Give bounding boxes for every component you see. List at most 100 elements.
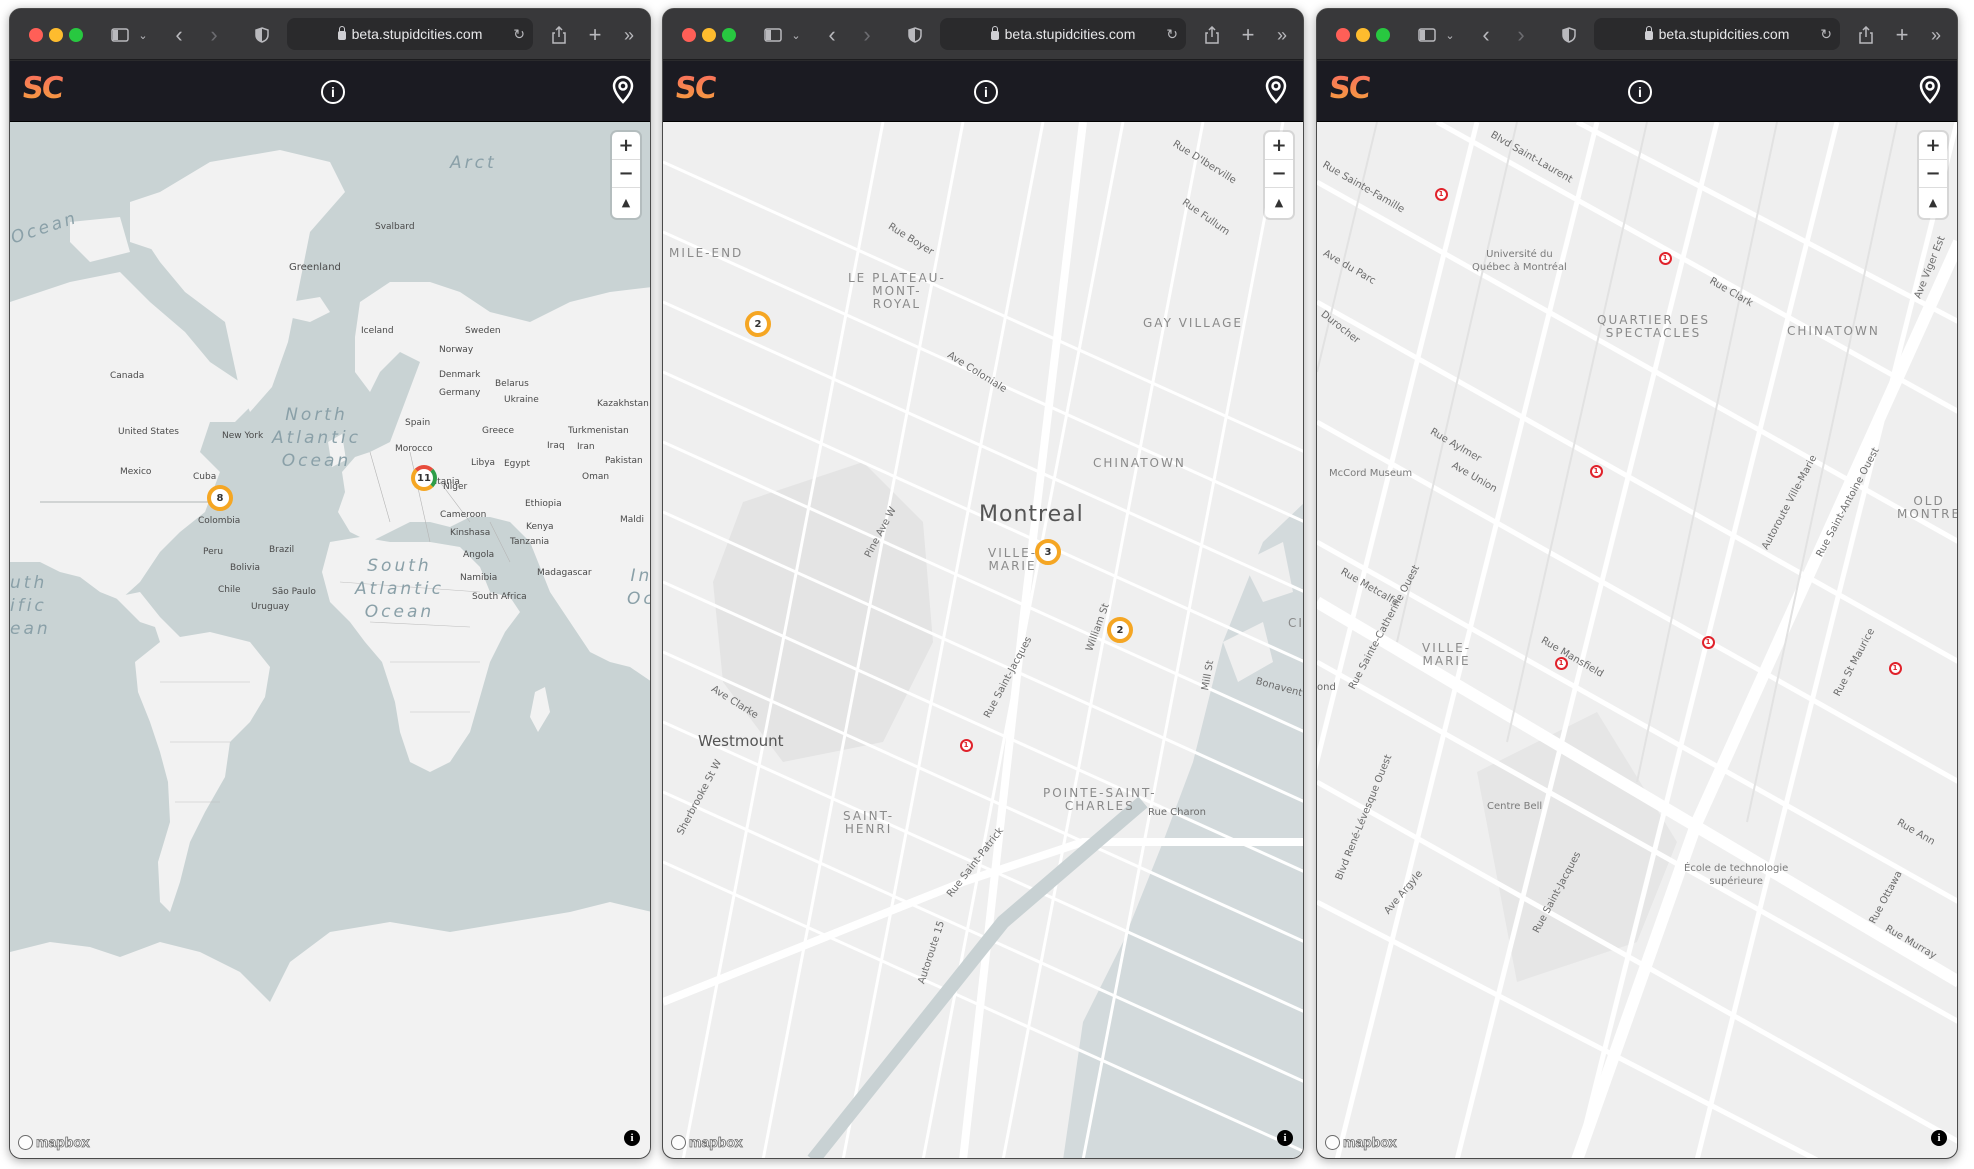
cluster-marker[interactable]: 8 [207, 485, 233, 511]
zoom-in-button[interactable]: + [1265, 132, 1293, 160]
cluster-marker[interactable]: 3 [1035, 539, 1061, 565]
info-icon[interactable]: i [1628, 80, 1652, 104]
minimize-window-button[interactable] [1356, 28, 1370, 42]
reload-icon[interactable]: ↻ [1166, 26, 1178, 43]
share-icon[interactable] [550, 22, 568, 48]
mapbox-logo[interactable]: mapbox [1325, 1134, 1397, 1150]
tab-overview-icon[interactable]: » [1927, 22, 1945, 48]
forward-icon[interactable]: › [1512, 22, 1530, 48]
zoom-out-button[interactable]: − [1265, 160, 1293, 188]
incident-marker[interactable]: 1 [1434, 187, 1448, 201]
app-header: SC i [10, 61, 650, 122]
label-saint-henri: SAINT- HENRI [843, 809, 895, 836]
zoom-window-button[interactable] [722, 28, 736, 42]
mapbox-text: mapbox [36, 1134, 90, 1151]
url-text: beta.stupidcities.com [1004, 26, 1136, 42]
incident-marker[interactable]: 1 [1701, 635, 1715, 649]
cluster-marker[interactable]: 2 [745, 311, 771, 337]
app-logo[interactable]: SC [20, 71, 63, 106]
close-window-button[interactable] [682, 28, 696, 42]
mapbox-logo[interactable]: mapbox [671, 1134, 743, 1150]
info-icon[interactable]: i [974, 80, 998, 104]
location-pin-icon[interactable] [1265, 75, 1287, 105]
browser-toolbar: ⌄ ‹ › beta.stupidcities.com ↻ + » [1317, 9, 1957, 60]
reload-icon[interactable]: ↻ [513, 26, 525, 43]
minimize-window-button[interactable] [702, 28, 716, 42]
chevron-down-icon[interactable]: ⌄ [1443, 22, 1457, 48]
map-controls: + − ▲ [1265, 132, 1293, 218]
label-iceland: Iceland [361, 326, 394, 336]
share-icon[interactable] [1857, 22, 1875, 48]
shield-icon[interactable] [906, 22, 924, 48]
attribution-info-button[interactable]: i [1277, 1130, 1293, 1146]
info-icon[interactable]: i [321, 80, 345, 104]
label-greece: Greece [482, 426, 515, 436]
forward-icon[interactable]: › [205, 22, 223, 48]
new-tab-icon[interactable]: + [1239, 22, 1257, 48]
shield-icon[interactable] [253, 22, 271, 48]
share-icon[interactable] [1203, 22, 1221, 48]
incident-marker[interactable]: 1 [1658, 251, 1672, 265]
tab-overview-icon[interactable]: » [1273, 22, 1291, 48]
incident-marker[interactable]: 1 [1888, 661, 1902, 675]
cluster-marker[interactable]: 11 [411, 465, 437, 491]
address-bar[interactable]: beta.stupidcities.com ↻ [940, 18, 1186, 50]
world-map[interactable]: Arct Ocean Svalbard Greenland Iceland Sw… [10, 122, 650, 1158]
downtown-map[interactable]: Blvd Saint-Laurent Rue Sainte-Famille Un… [1317, 122, 1957, 1158]
compass-button[interactable]: ▲ [612, 188, 640, 216]
incident-marker[interactable]: 1 [1554, 656, 1568, 670]
zoom-in-button[interactable]: + [1919, 132, 1947, 160]
zoom-window-button[interactable] [69, 28, 83, 42]
address-bar[interactable]: beta.stupidcities.com ↻ [1594, 18, 1840, 50]
label-sao-paulo: São Paulo [272, 587, 316, 597]
label-uqam: Université du Québec à Montréal [1472, 249, 1567, 273]
back-icon[interactable]: ‹ [823, 22, 841, 48]
shield-icon[interactable] [1560, 22, 1578, 48]
tab-overview-icon[interactable]: » [620, 22, 638, 48]
mapbox-logo[interactable]: mapbox [18, 1134, 90, 1150]
incident-marker[interactable]: 1 [1589, 464, 1603, 478]
location-pin-icon[interactable] [612, 75, 634, 105]
new-tab-icon[interactable]: + [1893, 22, 1911, 48]
chevron-down-icon[interactable]: ⌄ [136, 22, 150, 48]
location-pin-icon[interactable] [1919, 75, 1941, 105]
zoom-in-button[interactable]: + [612, 132, 640, 160]
sidebar-icon[interactable] [1414, 22, 1440, 48]
label-ethiopia: Ethiopia [525, 499, 562, 509]
zoom-out-button[interactable]: − [1919, 160, 1947, 188]
montreal-map[interactable]: Rue D'Iberville Rue Fullum Rue Boyer MIL… [663, 122, 1303, 1158]
sidebar-icon[interactable] [107, 22, 133, 48]
incident-marker[interactable]: 1 [959, 738, 973, 752]
label-chile: Chile [218, 585, 241, 595]
close-window-button[interactable] [1336, 28, 1350, 42]
zoom-window-button[interactable] [1376, 28, 1390, 42]
label-quartier-des-spectacles: QUARTIER DES SPECTACLES [1597, 313, 1710, 340]
label-south-atlantic: South Atlantic Ocean [355, 556, 444, 622]
back-icon[interactable]: ‹ [1477, 22, 1495, 48]
url-text: beta.stupidcities.com [1658, 26, 1790, 42]
world-landmass [10, 150, 650, 1158]
label-norway: Norway [439, 345, 474, 355]
reload-icon[interactable]: ↻ [1820, 26, 1832, 43]
sidebar-icon[interactable] [760, 22, 786, 48]
label-westmount: Westmount [698, 732, 784, 750]
back-icon[interactable]: ‹ [170, 22, 188, 48]
label-maldives: Maldi [620, 515, 644, 525]
zoom-out-button[interactable]: − [612, 160, 640, 188]
chevron-down-icon[interactable]: ⌄ [789, 22, 803, 48]
attribution-info-button[interactable]: i [1931, 1130, 1947, 1146]
app-logo[interactable]: SC [673, 71, 716, 106]
label-kenya: Kenya [526, 522, 554, 532]
compass-button[interactable]: ▲ [1265, 188, 1293, 216]
cluster-marker[interactable]: 2 [1107, 617, 1133, 643]
attribution-info-button[interactable]: i [624, 1130, 640, 1146]
address-bar[interactable]: beta.stupidcities.com ↻ [287, 18, 533, 50]
new-tab-icon[interactable]: + [586, 22, 604, 48]
close-window-button[interactable] [29, 28, 43, 42]
label-niger: Niger [443, 482, 468, 492]
label-indian-ocean: In Oc [627, 566, 650, 609]
forward-icon[interactable]: › [858, 22, 876, 48]
app-logo[interactable]: SC [1327, 71, 1370, 106]
compass-button[interactable]: ▲ [1919, 188, 1947, 216]
minimize-window-button[interactable] [49, 28, 63, 42]
